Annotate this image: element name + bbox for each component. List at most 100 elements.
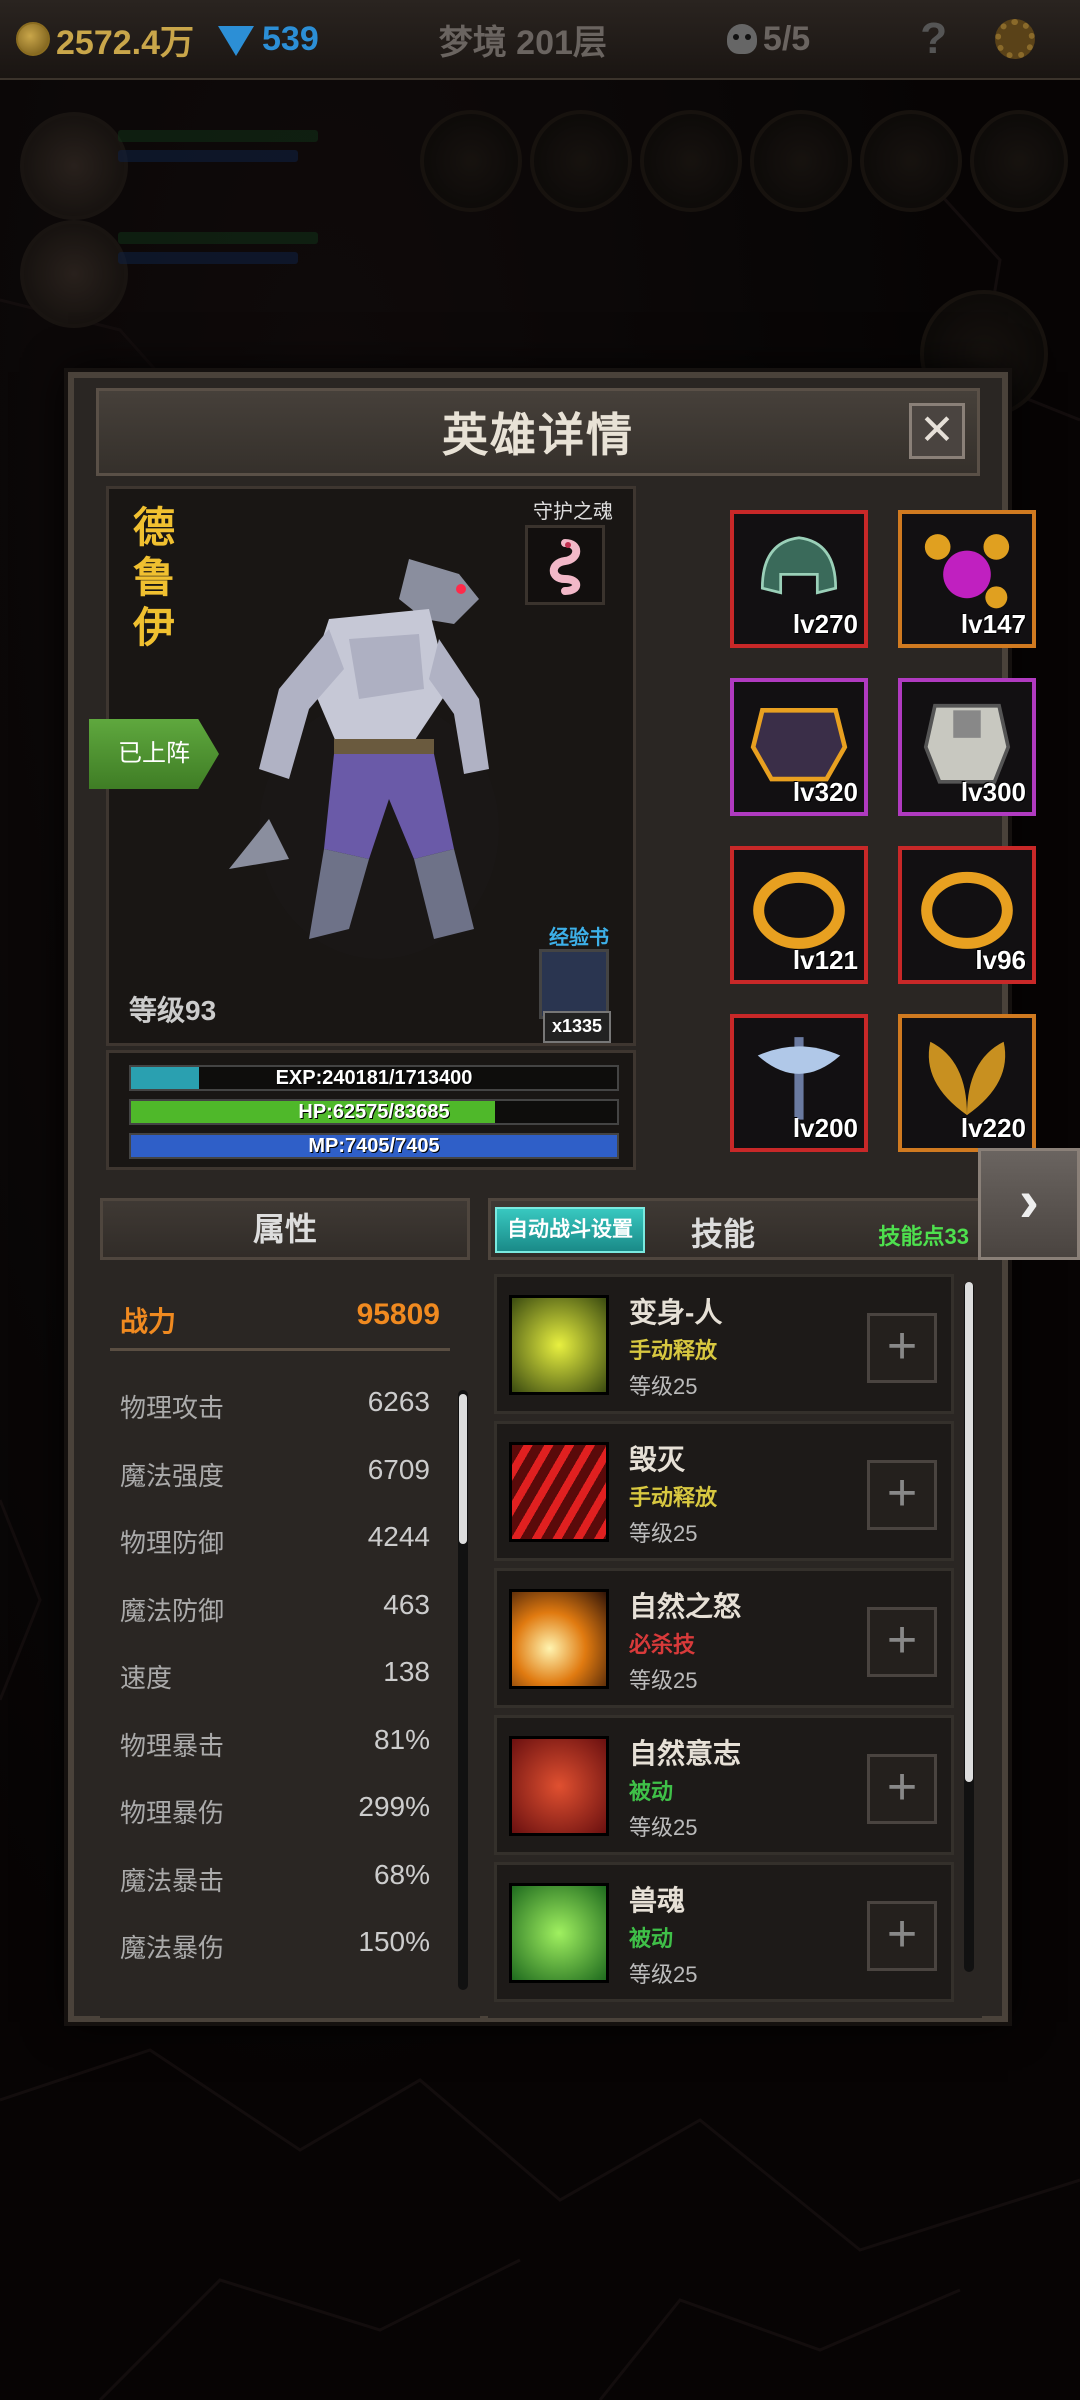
- skill-upgrade-button[interactable]: +: [867, 1460, 937, 1530]
- attribute-value: 4244: [367, 1521, 430, 1552]
- skill-icon: [509, 1589, 609, 1689]
- skills-tab-title[interactable]: 技能: [691, 1209, 755, 1255]
- equipment-slot[interactable]: lv220: [898, 1014, 1036, 1152]
- equipment-slot[interactable]: lv320: [730, 678, 868, 816]
- attribute-value: 138: [383, 1656, 430, 1687]
- equipment-level: lv121: [792, 945, 858, 975]
- exp-book-label: 经验书: [549, 927, 609, 949]
- hero-name: 德 鲁 伊: [129, 503, 179, 653]
- skill-name: 自然之怒: [629, 1591, 742, 1622]
- equipment-level: lv200: [792, 1113, 858, 1143]
- attribute-row: 物理防御 4244: [110, 1515, 450, 1565]
- attributes-tab-header[interactable]: 属性: [100, 1198, 470, 1260]
- skull-icon: [726, 24, 757, 54]
- combat-power-value: 95809: [356, 1298, 440, 1331]
- dialog-header: 英雄详情 ✕: [96, 388, 980, 476]
- skill-upgrade-button[interactable]: +: [867, 1313, 937, 1383]
- attribute-value: 463: [383, 1588, 430, 1620]
- equipment-slot[interactable]: lv200: [730, 1014, 868, 1152]
- close-button[interactable]: ✕: [909, 403, 965, 459]
- gold-amount: 2572.4万: [56, 23, 194, 62]
- attribute-value: 81%: [373, 1723, 430, 1755]
- equipment-level: lv320: [792, 777, 858, 807]
- skill-item[interactable]: 自然之怒 必杀技 等级25 +: [494, 1568, 954, 1708]
- skill-name: 变身-人: [629, 1297, 723, 1328]
- attribute-name: 物理攻击: [120, 1393, 225, 1423]
- stage-label: 梦境 201层: [438, 23, 607, 62]
- dialog-title: 英雄详情: [442, 409, 634, 461]
- exp-bar: EXP:240181/1713400: [129, 1065, 619, 1091]
- next-hero-button[interactable]: ›: [978, 1148, 1080, 1260]
- attribute-name: 魔法强度: [120, 1460, 225, 1491]
- deployed-tag[interactable]: 已上阵: [89, 719, 219, 789]
- auto-battle-settings-button[interactable]: 自动战斗设置: [495, 1207, 645, 1253]
- equipment-level: lv96: [975, 945, 1026, 975]
- attribute-row: 物理暴伤 299%: [110, 1785, 450, 1835]
- skill-type: 被动: [629, 1926, 674, 1951]
- help-icon[interactable]: ?: [920, 14, 947, 64]
- attribute-value: 299%: [358, 1791, 430, 1822]
- serpent-icon: [549, 539, 581, 595]
- attribute-name: 物理暴伤: [120, 1798, 225, 1828]
- equipment-grid: lv270 lv147 lv320 lv300 lv121 lv96 lv200 lv220: [642, 486, 1036, 1170]
- attribute-name: 魔法暴伤: [120, 1933, 225, 1963]
- gold-coin-icon: [16, 22, 50, 56]
- mp-text: MP:7405/7405: [308, 1135, 440, 1157]
- skill-type: 手动释放: [629, 1338, 718, 1363]
- equipment-slot[interactable]: lv147: [898, 510, 1036, 648]
- hero-name-char: 鲁: [132, 554, 175, 601]
- attributes-scrollbar[interactable]: [458, 1390, 468, 1990]
- skill-name: 毁灭: [629, 1444, 686, 1475]
- skill-item[interactable]: 变身-人手动释放等级25 +: [494, 1274, 954, 1414]
- skill-upgrade-button[interactable]: +: [867, 1901, 937, 1971]
- skill-item[interactable]: 兽魂 被动 等级25 +: [494, 1862, 954, 2002]
- hero-level: 等级93: [129, 995, 217, 1026]
- hp-text: HP:62575/83685: [298, 1101, 450, 1123]
- hero-name-char: 伊: [132, 604, 175, 651]
- skill-type: 手动释放: [629, 1485, 718, 1510]
- equipment-level: lv300: [960, 777, 1026, 807]
- scrollbar-thumb[interactable]: [459, 1394, 467, 1544]
- attribute-row: 魔法暴伤 150%: [110, 1920, 450, 1970]
- combat-power-label: 战力: [120, 1306, 177, 1337]
- skill-level: 等级25: [629, 1668, 698, 1693]
- guardian-soul-slot[interactable]: [525, 525, 605, 605]
- equipment-level: lv147: [960, 609, 1026, 639]
- equipment-slot[interactable]: lv300: [898, 678, 1036, 816]
- skill-item[interactable]: 毁灭 手动释放 等级25 +: [494, 1421, 954, 1561]
- top-resource-bar: 2572.4万 539 梦境 201层 5/5 ?: [0, 0, 1080, 80]
- scrollbar-thumb[interactable]: [965, 1282, 973, 1782]
- attribute-value: 6709: [367, 1453, 430, 1485]
- skill-list: 变身-人 手动释放 等级25 + 毁灭 手动释放 等级25 + 自然之怒 必杀技 等级25 + 自然意志…: [494, 1274, 974, 2004]
- skill-level: 等级25: [629, 1374, 698, 1399]
- diamond-icon: [218, 26, 254, 56]
- skills-scrollbar[interactable]: [964, 1282, 974, 1972]
- equipment-slot[interactable]: lv96: [898, 846, 1036, 984]
- werewolf-hero-illustration: [229, 559, 499, 959]
- skill-name: 兽魂: [629, 1885, 686, 1916]
- skill-icon: [509, 1736, 609, 1836]
- skill-upgrade-button[interactable]: +: [867, 1754, 937, 1824]
- equipment-slot[interactable]: lv270: [730, 510, 868, 648]
- gear-icon[interactable]: [995, 19, 1036, 59]
- attribute-value: 6263: [367, 1386, 430, 1417]
- guardian-soul-label: 守护之魂: [533, 501, 613, 523]
- skill-icon: [509, 1442, 609, 1542]
- gem-amount: 539: [262, 19, 319, 58]
- skill-upgrade-button[interactable]: +: [867, 1607, 937, 1677]
- attribute-row: 物理暴击 81%: [110, 1718, 450, 1768]
- attribute-value: 150%: [358, 1926, 430, 1957]
- exp-book-icon[interactable]: [539, 949, 609, 1019]
- attribute-row: 魔法强度 6709: [110, 1448, 450, 1498]
- mp-bar: MP:7405/7405: [129, 1133, 619, 1159]
- attributes-panel: 属性 战力 95809 物理攻击 6263 魔法强度 6709 物理防御 4244 魔法防御…: [100, 1198, 480, 2018]
- skill-name: 自然意志: [629, 1738, 742, 1769]
- skill-points: 技能点33: [878, 1224, 969, 1249]
- skill-item[interactable]: 自然意志 被动 等级25 +: [494, 1715, 954, 1855]
- attribute-value: 68%: [373, 1858, 430, 1890]
- attribute-name: 速度: [120, 1663, 173, 1693]
- equipment-slot[interactable]: lv121: [730, 846, 868, 984]
- skill-type: 被动: [629, 1779, 674, 1804]
- equipment-level: lv270: [792, 609, 858, 639]
- combat-power-row: 战力 95809: [110, 1288, 450, 1351]
